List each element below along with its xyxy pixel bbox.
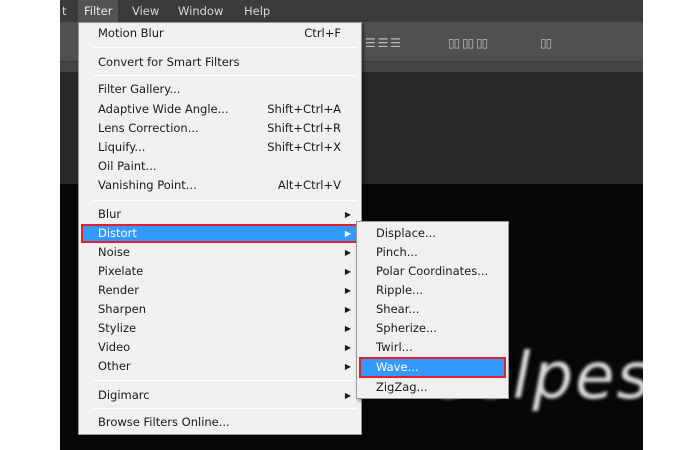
menu-item-sharpen[interactable]: Sharpen ▶ xyxy=(81,300,359,319)
distribute-icon[interactable]: ▯▯ ▯▯ ▯▯ xyxy=(448,36,488,50)
menu-item-twirl[interactable]: Twirl... xyxy=(359,338,506,357)
submenu-arrow-icon: ▶ xyxy=(344,248,351,257)
separator xyxy=(93,408,357,409)
menu-item-vanishing-point[interactable]: Vanishing Point... Alt+Ctrl+V xyxy=(81,176,359,195)
menu-view[interactable]: View xyxy=(126,0,165,22)
menu-filter[interactable]: Filter xyxy=(78,0,119,22)
menu-item-blur[interactable]: Blur ▶ xyxy=(81,205,359,224)
menu-item-wave[interactable]: Wave... xyxy=(359,357,506,378)
menu-item-convert-smart-filters[interactable]: Convert for Smart Filters xyxy=(81,53,359,72)
menu-item-liquify[interactable]: Liquify... Shift+Ctrl+X xyxy=(81,138,359,157)
menu-edit[interactable]: t xyxy=(60,0,73,22)
distort-submenu: Displace... Pinch... Polar Coordinates..… xyxy=(356,221,509,399)
menu-help[interactable]: Help xyxy=(238,0,276,22)
menu-item-motion-blur[interactable]: Motion Blur Ctrl+F xyxy=(81,24,359,43)
submenu-arrow-icon: ▶ xyxy=(344,391,351,400)
separator xyxy=(93,380,357,381)
submenu-arrow-icon: ▶ xyxy=(344,362,351,371)
separator xyxy=(93,200,357,201)
menu-item-lens-correction[interactable]: Lens Correction... Shift+Ctrl+R xyxy=(81,119,359,138)
submenu-arrow-icon: ▶ xyxy=(344,229,351,238)
menu-item-browse-filters-online[interactable]: Browse Filters Online... xyxy=(81,413,359,432)
menu-item-render[interactable]: Render ▶ xyxy=(81,281,359,300)
separator xyxy=(93,47,357,48)
menu-item-pinch[interactable]: Pinch... xyxy=(359,243,506,262)
menu-bar: t Filter View Window Help xyxy=(60,0,643,22)
submenu-arrow-icon: ▶ xyxy=(344,267,351,276)
menu-item-shear[interactable]: Shear... xyxy=(359,300,506,319)
menu-item-distort[interactable]: Distort ▶ xyxy=(81,224,359,243)
menu-item-oil-paint[interactable]: Oil Paint... xyxy=(81,157,359,176)
separator xyxy=(93,75,357,76)
filter-menu: Motion Blur Ctrl+F Convert for Smart Filt… xyxy=(78,22,362,435)
menu-item-noise[interactable]: Noise ▶ xyxy=(81,243,359,262)
menu-item-other[interactable]: Other ▶ xyxy=(81,357,359,376)
submenu-arrow-icon: ▶ xyxy=(344,343,351,352)
menu-item-digimarc[interactable]: Digimarc ▶ xyxy=(81,386,359,405)
menu-item-filter-gallery[interactable]: Filter Gallery... xyxy=(81,80,359,99)
menu-window[interactable]: Window xyxy=(172,0,229,22)
submenu-arrow-icon: ▶ xyxy=(344,324,351,333)
menu-item-displace[interactable]: Displace... xyxy=(359,224,506,243)
menu-item-ripple[interactable]: Ripple... xyxy=(359,281,506,300)
menu-item-spherize[interactable]: Spherize... xyxy=(359,319,506,338)
menu-item-polar-coordinates[interactable]: Polar Coordinates... xyxy=(359,262,506,281)
submenu-arrow-icon: ▶ xyxy=(344,305,351,314)
menu-item-pixelate[interactable]: Pixelate ▶ xyxy=(81,262,359,281)
menu-item-zigzag[interactable]: ZigZag... xyxy=(359,378,506,397)
auto-align-icon[interactable]: ▯▯ xyxy=(540,36,552,50)
submenu-arrow-icon: ▶ xyxy=(344,286,351,295)
menu-item-stylize[interactable]: Stylize ▶ xyxy=(81,319,359,338)
submenu-arrow-icon: ▶ xyxy=(344,210,351,219)
menu-item-adaptive-wide-angle[interactable]: Adaptive Wide Angle... Shift+Ctrl+A xyxy=(81,100,359,119)
align-top-icon[interactable]: ☰ ☰ ☰ xyxy=(365,36,401,50)
menu-item-video[interactable]: Video ▶ xyxy=(81,338,359,357)
